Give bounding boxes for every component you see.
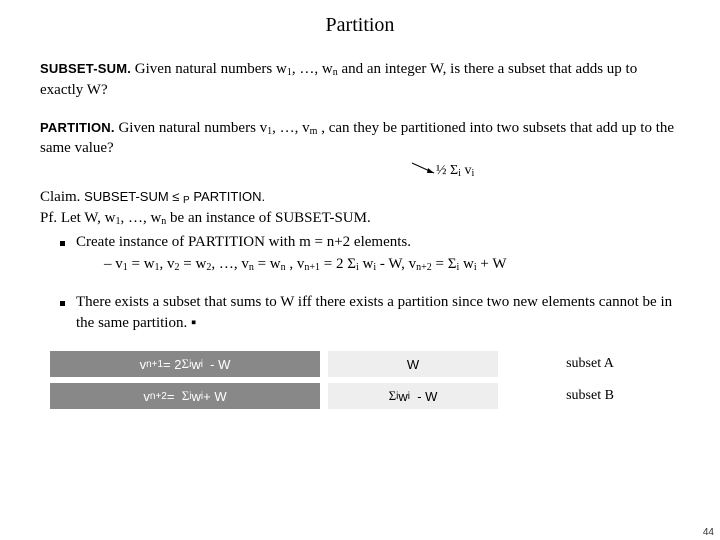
partition-label: PARTITION.	[40, 120, 115, 135]
bullet-1: Create instance of PARTITION with m = n+…	[60, 232, 680, 276]
cell-left-2: vn+2 = Σi wi + W	[50, 383, 320, 409]
subsetsum-para: SUBSET-SUM. Given natural numbers w1, …,…	[40, 59, 680, 100]
claim-label: Claim.	[40, 189, 80, 205]
pf-intro-a: Let W, w	[61, 210, 116, 226]
bullet-2: There exists a subset that sums to W iff…	[60, 292, 680, 336]
half-expr: ½ Σi vi	[436, 163, 474, 179]
subsetsum-label: SUBSET-SUM.	[40, 61, 131, 76]
bullet-1-text: Create instance of PARTITION with m = n+…	[76, 234, 411, 250]
page-title: Partition	[40, 14, 680, 37]
arrow-icon	[410, 161, 438, 181]
table-row: vn+2 = Σi wi + W Σi wi - W subset B	[50, 383, 670, 409]
cell-right-1: subset A	[510, 351, 670, 377]
cell-mid-2: Σi wi - W	[328, 383, 498, 409]
partition-text-a: Given natural numbers v	[118, 120, 267, 136]
half-arrow-row: ½ Σi vi	[40, 163, 680, 187]
claim-area: Claim. SUBSET-SUM ≤ P PARTITION. Pf. Let…	[40, 187, 680, 336]
partition-text-b: , …, v	[272, 120, 310, 136]
cell-right-2: subset B	[510, 383, 670, 409]
pf-intro-c: be an instance of SUBSET-SUM.	[166, 210, 370, 226]
pf-intro-b: , …, w	[120, 210, 161, 226]
subsetsum-text-a: Given natural numbers w	[135, 61, 287, 77]
claim-text: SUBSET-SUM ≤ P PARTITION.	[84, 189, 265, 204]
subsetsum-text-b: , …, w	[292, 61, 333, 77]
cell-mid-1: W	[328, 351, 498, 377]
partition-table: vn+1 = 2 Σi wi - W W subset A vn+2 = Σi …	[50, 351, 670, 409]
cell-left-1: vn+1 = 2 Σi wi - W	[50, 351, 320, 377]
pf-label: Pf.	[40, 210, 57, 226]
partition-para: PARTITION. Given natural numbers v1, …, …	[40, 118, 680, 159]
page-number: 44	[703, 527, 714, 538]
dash-line: – v1 = w1, v2 = w2, …, vn = wn , vn+1 = …	[104, 254, 680, 276]
table-row: vn+1 = 2 Σi wi - W W subset A	[50, 351, 670, 377]
